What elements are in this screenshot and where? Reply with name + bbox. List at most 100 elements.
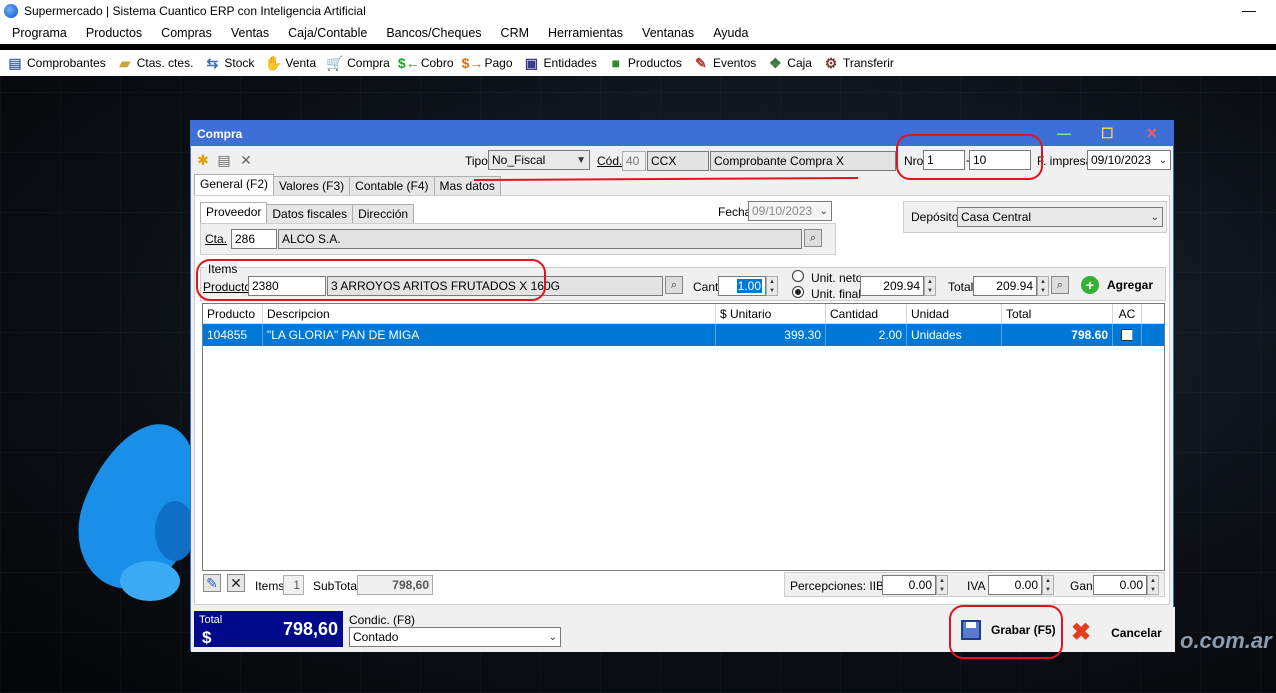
calc-search-icon[interactable]: ⌕ — [1051, 276, 1069, 294]
chevron-down-icon: ⌄ — [548, 631, 557, 643]
col-cantidad[interactable]: Cantidad — [826, 304, 907, 323]
agregar-button[interactable]: + Agregar — [1081, 276, 1153, 294]
cod-code-field[interactable]: CCX — [647, 151, 709, 171]
deposito-label: Depósito — [911, 210, 959, 224]
cancelar-button[interactable]: ✖ Cancelar — [1071, 618, 1162, 647]
toolbar-compra-button[interactable]: 🛒 Compra — [326, 54, 389, 72]
total-box: Total $ 798,60 — [194, 611, 343, 647]
col-ac[interactable]: AC — [1113, 304, 1142, 323]
arrow-up-icon[interactable]: ▲ — [1038, 277, 1048, 286]
menu-caja-contable[interactable]: Caja/Contable — [288, 26, 367, 40]
menu-ventas[interactable]: Ventas — [231, 26, 269, 40]
cta-search-icon[interactable]: ⌕ — [804, 229, 822, 247]
arrow-up-icon[interactable]: ▲ — [767, 277, 777, 286]
col-total[interactable]: Total — [1002, 304, 1113, 323]
cart-icon: 🛒 — [326, 54, 344, 71]
cant-input[interactable]: 1.00 — [718, 276, 766, 296]
unit-final-radio[interactable] — [792, 286, 804, 298]
toolbar-pago-button[interactable]: $→ Pago — [462, 54, 513, 72]
col-unitario[interactable]: $ Unitario — [716, 304, 826, 323]
menu-ayuda[interactable]: Ayuda — [713, 26, 748, 40]
cta-number-input[interactable]: 286 — [231, 229, 277, 249]
arrow-up-icon[interactable]: ▲ — [937, 576, 947, 585]
tab-valores[interactable]: Valores (F3) — [273, 176, 351, 195]
menu-compras[interactable]: Compras — [161, 26, 212, 40]
provider-tabs: Proveedor Datos fiscales Dirección — [200, 202, 415, 223]
minimize-button[interactable]: — — [1242, 2, 1256, 18]
iibb-stepper[interactable]: ▲ ▼ — [936, 575, 948, 595]
toolbar-productos-button[interactable]: ■ Productos — [607, 54, 682, 72]
arrow-down-icon[interactable]: ▼ — [1038, 286, 1048, 295]
toolbar-eventos-button[interactable]: ✎ Eventos — [692, 54, 756, 72]
menu-ventanas[interactable]: Ventanas — [642, 26, 694, 40]
cod-number-field[interactable]: 40 — [622, 151, 646, 171]
edit-row-icon[interactable]: ✎ — [203, 574, 221, 592]
menu-crm[interactable]: CRM — [501, 26, 529, 40]
fimpresa-label: F. impresa — [1037, 154, 1093, 168]
arrow-down-icon[interactable]: ▼ — [937, 585, 947, 594]
toolbar-transferir-button[interactable]: ⚙ Transferir — [822, 54, 894, 72]
percepciones-label: Percepciones: IIBB — [790, 579, 893, 593]
deposito-select[interactable]: Casa Central ⌄ — [957, 207, 1163, 227]
window-maximize-icon[interactable]: ☐ — [1101, 125, 1114, 142]
arrow-down-icon[interactable]: ▼ — [1043, 585, 1053, 594]
toolbar-ctas-ctes-button[interactable]: ▰ Ctas. ctes. — [116, 54, 193, 72]
gan-stepper[interactable]: ▲ ▼ — [1147, 575, 1159, 595]
tipo-select[interactable]: No_Fiscal ▼ — [488, 150, 590, 170]
tab-contable[interactable]: Contable (F4) — [349, 176, 435, 195]
unit-neto-radio[interactable] — [792, 270, 804, 282]
delete-row-icon[interactable]: ✕ — [227, 574, 245, 592]
toolbar-caja-button[interactable]: ❖ Caja — [766, 54, 812, 72]
toolbar-comprobantes-button[interactable]: ▤ Comprobantes — [6, 54, 105, 72]
dollar-in-icon: $← — [397, 55, 420, 71]
item-total-input[interactable]: 209.94 — [973, 276, 1037, 296]
unit-price-stepper[interactable]: ▲ ▼ — [924, 276, 936, 296]
arrow-up-icon[interactable]: ▲ — [1148, 576, 1158, 585]
producto-search-icon[interactable]: ⌕ — [665, 276, 683, 294]
tab-general[interactable]: General (F2) — [194, 174, 275, 195]
window-minimize-icon[interactable]: — — [1057, 125, 1071, 141]
fimpresa-date[interactable]: 09/10/2023 ⌄ — [1087, 150, 1171, 170]
arrow-down-icon[interactable]: ▼ — [767, 286, 777, 295]
arrow-up-icon[interactable]: ▲ — [1043, 576, 1053, 585]
col-descripcion[interactable]: Descripcion — [263, 304, 716, 323]
cant-stepper[interactable]: ▲ ▼ — [766, 276, 778, 296]
col-producto[interactable]: Producto — [203, 304, 263, 323]
toolbar-entidades-button[interactable]: ▣ Entidades — [523, 54, 597, 72]
toolbar-stock-button[interactable]: ⇆ Stock — [203, 54, 255, 72]
arrow-down-icon[interactable]: ▼ — [1148, 585, 1158, 594]
delete-icon[interactable]: ✕ — [237, 151, 255, 169]
toolbar-cobro-button[interactable]: $← Cobro — [397, 54, 454, 72]
tab-proveedor[interactable]: Proveedor — [200, 202, 268, 223]
edit-icon[interactable]: ▤ — [215, 151, 233, 169]
menu-herramientas[interactable]: Herramientas — [548, 26, 623, 40]
table-row[interactable]: 104855 "LA GLORIA" PAN DE MIGA 399.30 2.… — [203, 324, 1164, 346]
chevron-down-icon: ⌄ — [1158, 154, 1167, 166]
tab-datos-fiscales[interactable]: Datos fiscales — [266, 204, 354, 223]
ac-checkbox[interactable] — [1121, 329, 1133, 341]
tab-direccion[interactable]: Dirección — [352, 204, 415, 223]
total-label: Total — [199, 614, 223, 626]
add-icon: + — [1081, 276, 1099, 294]
window-close-icon[interactable]: ✕ — [1146, 125, 1158, 142]
cta-label: Cta. — [205, 232, 228, 246]
condic-select[interactable]: Contado ⌄ — [349, 627, 561, 647]
item-total-stepper[interactable]: ▲ ▼ — [1037, 276, 1049, 296]
new-icon[interactable]: ✱ — [194, 151, 212, 169]
unit-price-input[interactable]: 209.94 — [860, 276, 924, 296]
menu-bancos-cheques[interactable]: Bancos/Cheques — [386, 26, 481, 40]
fecha-date[interactable]: 09/10/2023 ⌄ — [748, 201, 832, 221]
gan-input[interactable]: 0.00 — [1093, 575, 1147, 595]
col-unidad[interactable]: Unidad — [907, 304, 1002, 323]
toolbar-venta-button[interactable]: ✋ Venta — [264, 54, 316, 72]
iva-input[interactable]: 0.00 — [988, 575, 1042, 595]
cod-label: Cód. — [597, 154, 623, 168]
menu-productos[interactable]: Productos — [86, 26, 142, 40]
menu-programa[interactable]: Programa — [12, 26, 67, 40]
transfer-icon: ⚙ — [824, 54, 838, 71]
arrow-up-icon[interactable]: ▲ — [925, 277, 935, 286]
iibb-input[interactable]: 0.00 — [882, 575, 936, 595]
arrow-down-icon[interactable]: ▼ — [925, 286, 935, 295]
app-titlebar: Supermercado | Sistema Cuantico ERP con … — [0, 0, 1276, 22]
iva-stepper[interactable]: ▲ ▼ — [1042, 575, 1054, 595]
